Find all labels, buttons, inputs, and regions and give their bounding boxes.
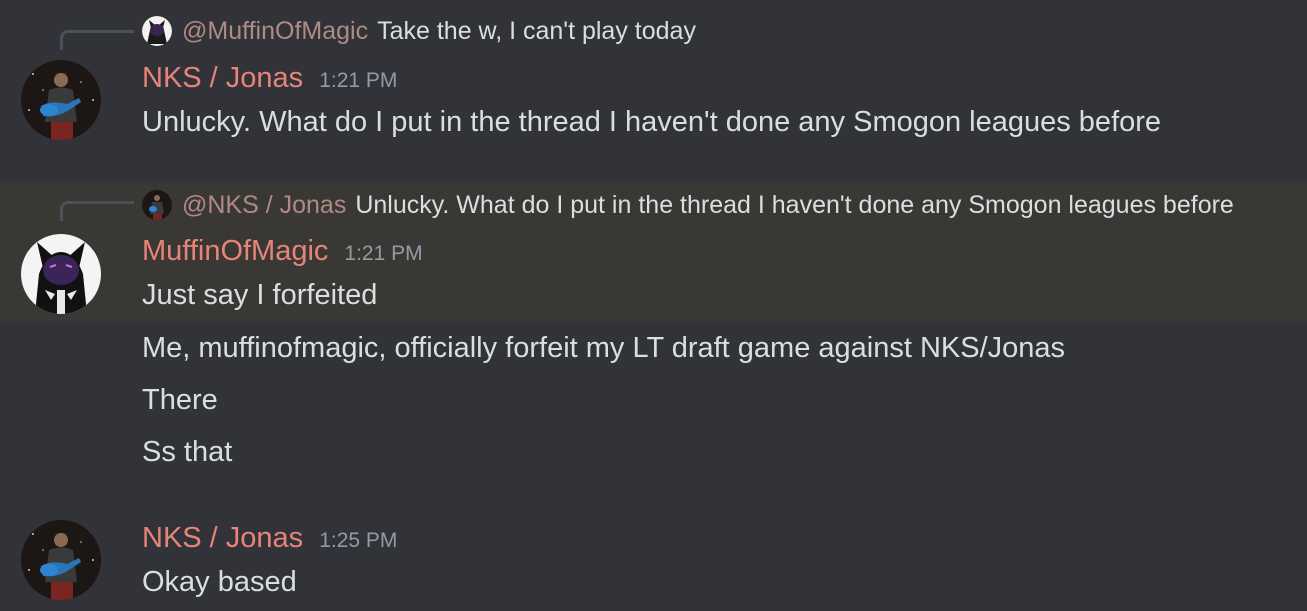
message-3: NKS / Jonas 1:25 PM Okay based xyxy=(0,505,1307,611)
reply-preview[interactable]: @MuffinOfMagic Take the w, I can't play … xyxy=(142,15,696,47)
reply-preview[interactable]: @NKS / Jonas Unlucky. What do I put in t… xyxy=(142,189,1234,221)
message-text: Ss that xyxy=(142,436,233,468)
reply-avatar-icon xyxy=(142,16,172,46)
avatar[interactable] xyxy=(21,520,101,600)
reply-text[interactable]: Take the w, I can't play today xyxy=(377,17,696,46)
message-2-highlighted: @NKS / Jonas Unlucky. What do I put in t… xyxy=(0,183,1307,321)
timestamp[interactable]: 1:21 PM xyxy=(319,69,397,93)
timestamp[interactable]: 1:25 PM xyxy=(319,529,397,553)
message-1: @MuffinOfMagic Take the w, I can't play … xyxy=(0,0,1307,160)
message-header: NKS / Jonas 1:25 PM xyxy=(142,522,397,555)
reply-mention[interactable]: @MuffinOfMagic xyxy=(182,17,368,46)
username[interactable]: NKS / Jonas xyxy=(142,522,303,555)
timestamp[interactable]: 1:21 PM xyxy=(344,242,422,266)
reply-text[interactable]: Unlucky. What do I put in the thread I h… xyxy=(355,191,1233,220)
message-text: Okay based xyxy=(142,566,297,598)
avatar[interactable] xyxy=(21,60,101,140)
message-header: MuffinOfMagic 1:21 PM xyxy=(142,235,423,268)
username[interactable]: NKS / Jonas xyxy=(142,62,303,95)
reply-avatar-icon xyxy=(142,190,172,220)
message-text: Just say I forfeited xyxy=(142,279,378,311)
avatar[interactable] xyxy=(21,234,101,314)
message-header: NKS / Jonas 1:21 PM xyxy=(142,62,397,95)
reply-connector xyxy=(60,30,134,50)
username[interactable]: MuffinOfMagic xyxy=(142,235,328,268)
reply-connector xyxy=(60,201,134,221)
message-text: There xyxy=(142,384,218,416)
reply-mention[interactable]: @NKS / Jonas xyxy=(182,191,346,220)
message-text: Unlucky. What do I put in the thread I h… xyxy=(142,106,1162,138)
message-text: Me, muffinofmagic, officially forfeit my… xyxy=(142,332,1066,364)
